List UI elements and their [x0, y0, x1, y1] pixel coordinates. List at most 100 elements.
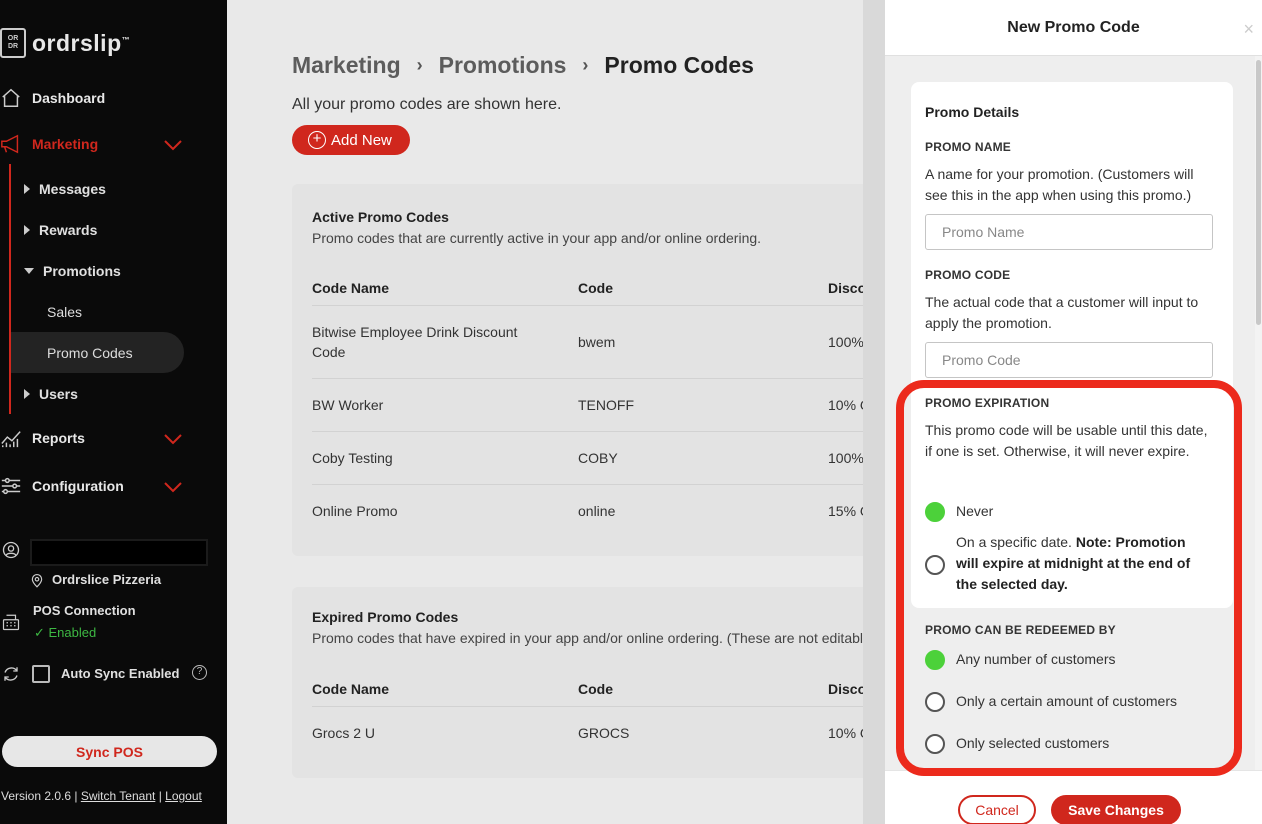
sync-icon: [4, 667, 18, 681]
nav-sales[interactable]: Sales: [47, 304, 82, 320]
breadcrumb-promotions[interactable]: Promotions: [439, 52, 567, 79]
caret-down-icon: [24, 268, 34, 274]
checkmark-icon: ✓: [34, 625, 49, 640]
new-promo-code-panel: New Promo Code × Promo Details PROMO NAM…: [885, 0, 1262, 824]
page-title: Promo Codes: [604, 52, 754, 78]
breadcrumb: Marketing › Promotions › Promo Codes: [292, 52, 754, 79]
version-text: Version 2.0.6 |: [1, 789, 78, 803]
promo-expiration-label: PROMO EXPIRATION: [925, 396, 1050, 410]
nav-users[interactable]: Users: [24, 386, 78, 402]
redeem-amount-radio[interactable]: [925, 692, 945, 712]
caret-right-icon: [24, 389, 30, 399]
expiration-date-radio[interactable]: [925, 555, 945, 575]
breadcrumb-separator: ›: [416, 55, 423, 75]
logo-text: ordrslip™: [32, 29, 131, 56]
redeem-selected-radio[interactable]: [925, 734, 945, 754]
nav-promo-codes[interactable]: Promo Codes: [47, 345, 133, 361]
expiration-never-radio[interactable]: [925, 502, 945, 522]
auto-sync-checkbox[interactable]: [32, 665, 50, 683]
nav-promotions[interactable]: Promotions: [24, 263, 121, 279]
caret-right-icon: [24, 184, 30, 194]
main-content: Marketing › Promotions › Promo Codes All…: [227, 0, 863, 824]
promo-expiration-help: This promo code will be usable until thi…: [925, 422, 1208, 459]
promo-code-help: The actual code that a customer will inp…: [925, 294, 1199, 331]
caret-right-icon: [24, 225, 30, 235]
nav-rewards[interactable]: Rewards: [24, 222, 97, 238]
expiration-date-label[interactable]: On a specific date. Note: Promotion will…: [956, 532, 1206, 595]
active-promo-codes-card: Active Promo Codes Promo codes that are …: [292, 184, 863, 556]
redacted-username: [30, 539, 208, 566]
promo-code-label: PROMO CODE: [925, 268, 1011, 282]
col-discount: Discount: [828, 681, 863, 697]
redeem-any-radio[interactable]: [925, 650, 945, 670]
panel-header: New Promo Code ×: [885, 0, 1262, 56]
chevron-down-icon[interactable]: [163, 139, 183, 151]
sliders-icon: [1, 477, 21, 495]
nav-marketing[interactable]: Marketing: [0, 133, 98, 155]
breadcrumb-marketing[interactable]: Marketing: [292, 52, 401, 79]
col-code: Code: [578, 280, 613, 296]
register-icon: [2, 614, 20, 631]
sidebar: OR DR ordrslip™ Dashboard Marketing Messa…: [0, 0, 227, 824]
panel-footer: Cancel Save Changes: [885, 770, 1262, 824]
pos-connection-label: POS Connection: [33, 603, 136, 618]
home-icon: [2, 88, 20, 107]
nav-dashboard[interactable]: Dashboard: [0, 87, 105, 109]
redeem-label: PROMO CAN BE REDEEMED BY: [925, 623, 1116, 637]
chart-icon: [1, 431, 21, 448]
save-changes-button[interactable]: Save Changes: [1051, 795, 1181, 824]
col-discount: Discount: [828, 280, 863, 296]
logo-mark-icon: OR DR: [0, 28, 26, 58]
redeem-any-label[interactable]: Any number of customers: [956, 649, 1116, 670]
location-pin-icon: [31, 574, 43, 588]
auto-sync-label: Auto Sync Enabled: [61, 666, 180, 681]
logout-link[interactable]: Logout: [165, 789, 202, 803]
panel-title: New Promo Code: [1007, 19, 1140, 36]
expired-card-desc: Promo codes that have expired in your ap…: [312, 630, 863, 646]
section-title: Promo Details: [925, 104, 1020, 120]
location-name: Ordrslice Pizzeria: [52, 572, 162, 587]
chevron-down-icon[interactable]: [163, 433, 183, 445]
col-code-name: Code Name: [312, 280, 390, 296]
panel-scrollbar-thumb[interactable]: [1256, 60, 1261, 325]
divider: [312, 378, 863, 379]
col-code: Code: [578, 681, 613, 697]
divider: [312, 706, 863, 707]
redeem-selected-label[interactable]: Only selected customers: [956, 733, 1109, 754]
overlay-shadow: [863, 0, 885, 824]
promo-name-input[interactable]: [925, 214, 1213, 250]
switch-tenant-link[interactable]: Switch Tenant: [81, 789, 156, 803]
promo-code-input[interactable]: [925, 342, 1213, 378]
active-card-title: Active Promo Codes: [312, 209, 449, 225]
help-icon[interactable]: ?: [192, 665, 207, 680]
nav-messages[interactable]: Messages: [24, 181, 106, 197]
active-card-desc: Promo codes that are currently active in…: [312, 230, 762, 246]
nav-configuration[interactable]: Configuration: [0, 475, 124, 497]
cancel-button[interactable]: Cancel: [958, 795, 1036, 824]
plus-circle-icon: +: [308, 131, 326, 149]
chevron-down-icon[interactable]: [163, 481, 183, 493]
add-new-button[interactable]: + Add New: [292, 125, 410, 155]
expired-promo-codes-card: Expired Promo Codes Promo codes that hav…: [292, 587, 863, 778]
version-footer: Version 2.0.6 | Switch Tenant | Logout: [1, 789, 202, 803]
promo-name-label: PROMO NAME: [925, 140, 1011, 154]
page-subtitle: All your promo codes are shown here.: [292, 96, 562, 113]
expiration-never-label[interactable]: Never: [956, 501, 993, 522]
close-icon[interactable]: ×: [1243, 19, 1254, 40]
promo-details-card: Promo Details PROMO NAME A name for your…: [911, 82, 1233, 608]
promo-name-help: A name for your promotion. (Customers wi…: [925, 166, 1194, 203]
redeem-section: PROMO CAN BE REDEEMED BY Any number of c…: [911, 608, 1233, 770]
divider: [312, 431, 863, 432]
nav-reports[interactable]: Reports: [0, 427, 85, 449]
expired-card-title: Expired Promo Codes: [312, 609, 459, 625]
megaphone-icon: [1, 134, 19, 154]
divider: [312, 305, 863, 306]
divider: [312, 484, 863, 485]
redeem-amount-label[interactable]: Only a certain amount of customers: [956, 691, 1177, 712]
ordrslip-logo[interactable]: OR DR ordrslip™: [0, 28, 130, 58]
user-icon: [2, 541, 20, 559]
pos-status: ✓ Enabled: [34, 625, 97, 640]
breadcrumb-separator: ›: [582, 55, 589, 75]
sync-pos-button[interactable]: Sync POS: [2, 736, 217, 767]
marketing-tree-line: [9, 164, 11, 414]
